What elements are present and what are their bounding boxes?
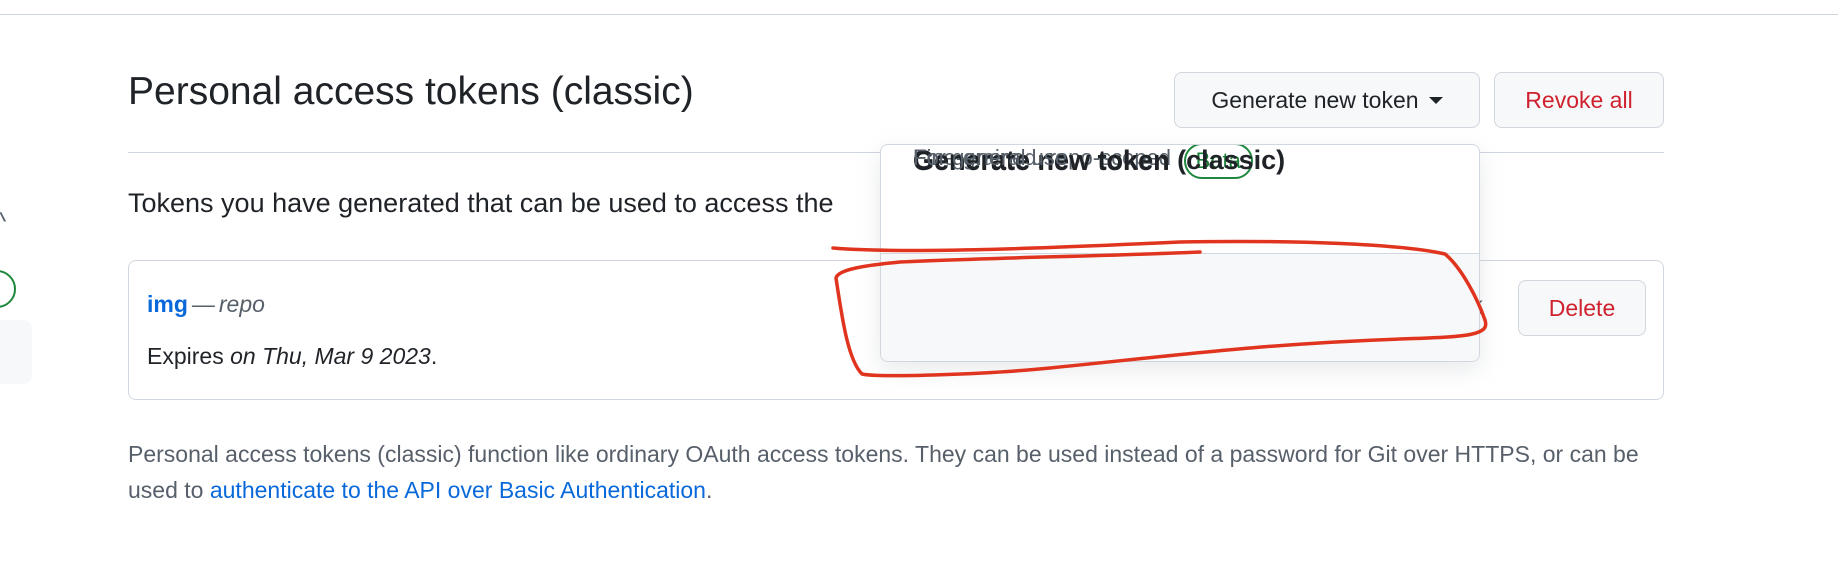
token-header: img — repo [147, 291, 265, 318]
revoke-all-button[interactable]: Revoke all [1494, 72, 1664, 128]
page-title: Personal access tokens (classic) [128, 70, 694, 113]
top-divider [0, 14, 1838, 15]
delete-token-button[interactable]: Delete [1518, 280, 1646, 336]
token-scope: repo [218, 291, 265, 317]
chevron-up-icon[interactable]: ^ [0, 208, 6, 234]
token-dash: — [191, 291, 215, 317]
generate-new-token-label: Generate new token [1211, 86, 1419, 113]
token-expiry-prefix: Expires [147, 343, 224, 369]
intro-text: Tokens you have generated that can be us… [128, 188, 834, 218]
menu-item-classic[interactable] [881, 253, 1479, 361]
sidebar-selected-item[interactable] [0, 320, 32, 384]
token-name-link[interactable]: img [147, 291, 188, 317]
generate-token-menu: Generate new token Beta Fine-grained, rep… [880, 144, 1480, 362]
footer-text-end: . [705, 477, 713, 503]
sidebar-status-circle [0, 270, 16, 308]
footer-description: Personal access tokens (classic) functio… [128, 436, 1658, 508]
token-expiry-suffix: . [430, 343, 438, 369]
menu-item-classic-subtitle: For general use [913, 145, 1068, 170]
token-expiry-date: on Thu, Mar 9 2023 [230, 343, 431, 369]
basic-auth-link[interactable]: authenticate to the API over Basic Authe… [210, 477, 706, 503]
token-expiry: Expires on Thu, Mar 9 2023. [147, 343, 437, 370]
generate-new-token-button[interactable]: Generate new token [1174, 72, 1480, 128]
caret-down-icon [1428, 96, 1443, 104]
